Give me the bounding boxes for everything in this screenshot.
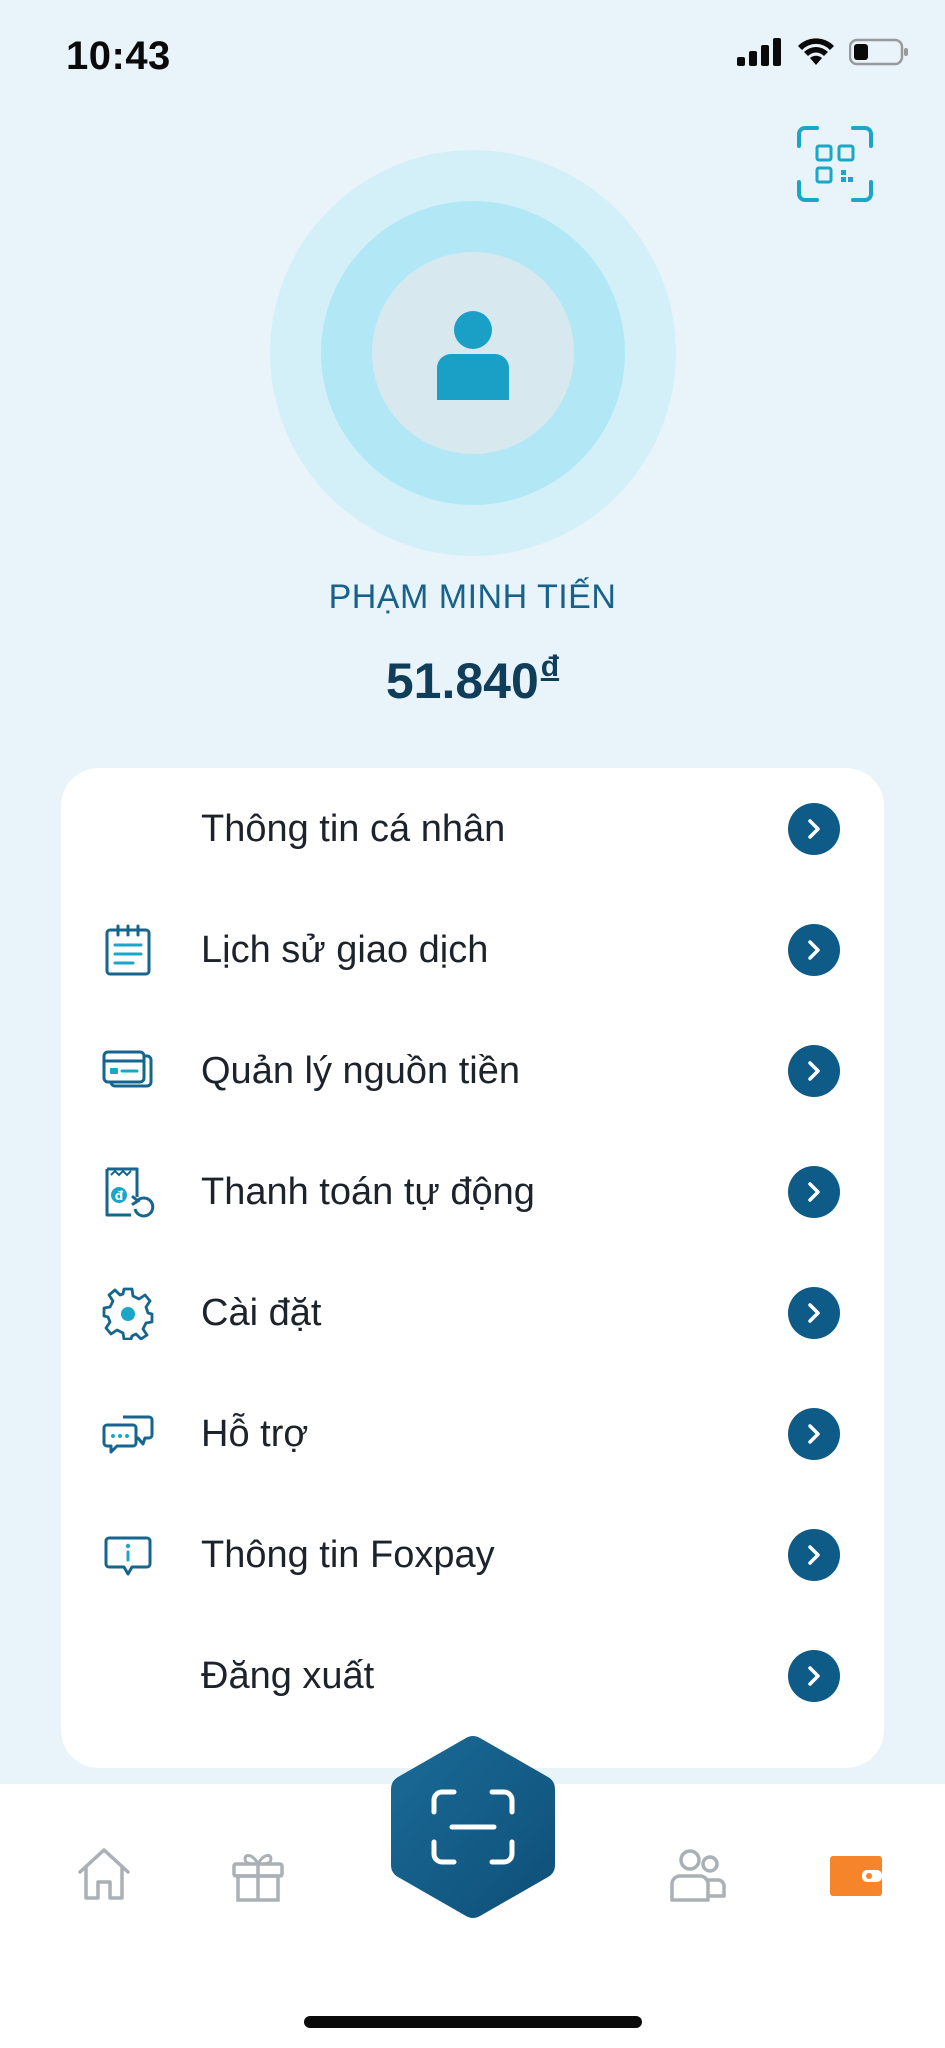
- user-name: PHẠM MINH TIẾN: [328, 578, 617, 616]
- menu-item-foxpay-info[interactable]: Thông tin Foxpay: [61, 1494, 884, 1615]
- chevron-right-icon: [788, 1287, 840, 1339]
- nav-gift[interactable]: [228, 1844, 288, 1904]
- status-icons: [737, 38, 909, 66]
- balance-amount: 51.840: [385, 653, 539, 709]
- menu-item-personal-info[interactable]: Thông tin cá nhân: [61, 768, 884, 889]
- menu-item-label: Cài đặt: [201, 1292, 322, 1334]
- user-icon: [437, 311, 509, 400]
- chevron-right-icon: [788, 1529, 840, 1581]
- gift-icon: [232, 1854, 284, 1902]
- currency-symbol: đ: [540, 650, 560, 683]
- chevron-right-icon: [788, 1408, 840, 1460]
- menu-item-label: Lịch sử giao dịch: [201, 929, 489, 971]
- chevron-right-icon: [788, 803, 840, 855]
- chevron-right-icon: [788, 1650, 840, 1702]
- home-icon: [78, 1848, 130, 1900]
- home-indicator: [304, 2016, 642, 2028]
- menu-item-auto-payment[interactable]: đ Thanh toán tự động: [61, 1131, 884, 1252]
- scan-icon: [391, 1736, 555, 1918]
- chevron-right-icon: [788, 924, 840, 976]
- menu-item-support[interactable]: Hỗ trợ: [61, 1373, 884, 1494]
- chat-support-icon: [102, 1415, 154, 1454]
- menu-item-transaction-history[interactable]: Lịch sử giao dịch: [61, 889, 884, 1010]
- scan-button[interactable]: [388, 1734, 558, 1920]
- nav-home[interactable]: [74, 1844, 134, 1904]
- gear-icon: [102, 1287, 154, 1340]
- svg-text:đ: đ: [115, 1189, 124, 1203]
- status-time: 10:43: [66, 34, 171, 78]
- menu-item-label: Thông tin Foxpay: [201, 1534, 495, 1576]
- qr-code-icon: [797, 126, 873, 202]
- nav-people[interactable]: [668, 1844, 728, 1904]
- menu-card: Thông tin cá nhân Lịch sử giao dịch Quản: [61, 768, 884, 1768]
- wallet-icon: [830, 1856, 882, 1896]
- signal-icon: [737, 38, 781, 66]
- menu-item-settings[interactable]: Cài đặt: [61, 1252, 884, 1373]
- chevron-right-icon: [788, 1045, 840, 1097]
- nav-wallet[interactable]: [826, 1844, 886, 1904]
- menu-item-label: Thanh toán tự động: [201, 1171, 535, 1213]
- auto-payment-icon: đ: [105, 1167, 155, 1218]
- battery-icon: [849, 38, 908, 66]
- status-bar: 10:43: [0, 0, 945, 110]
- menu-item-logout[interactable]: Đăng xuất: [61, 1615, 884, 1736]
- menu-item-label: Đăng xuất: [201, 1655, 375, 1697]
- people-icon: [670, 1849, 726, 1902]
- card-icon: [102, 1050, 153, 1088]
- clipboard-list-icon: [105, 924, 151, 976]
- menu-item-label: Quản lý nguồn tiền: [201, 1050, 521, 1092]
- menu-item-label: Hỗ trợ: [201, 1413, 309, 1455]
- qr-code-button[interactable]: [795, 124, 875, 204]
- wifi-icon: [798, 38, 834, 65]
- chevron-right-icon: [788, 1166, 840, 1218]
- avatar[interactable]: [270, 150, 676, 556]
- balance-display: 51.840đ: [0, 650, 945, 710]
- info-message-icon: [104, 1536, 152, 1576]
- menu-item-funding-sources[interactable]: Quản lý nguồn tiền: [61, 1010, 884, 1131]
- menu-item-label: Thông tin cá nhân: [201, 808, 506, 850]
